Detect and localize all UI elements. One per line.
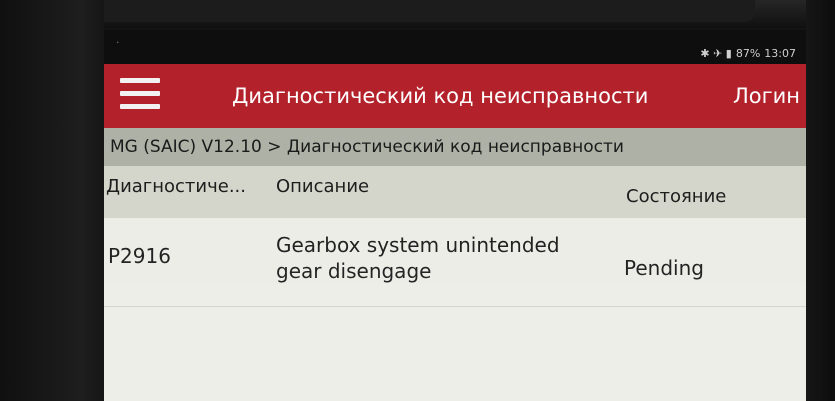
column-header-code[interactable]: Диагностиче... (106, 176, 246, 197)
dtc-code: P2916 (108, 244, 171, 268)
breadcrumb-text: MG (SAIC) V12.10 > Диагностический код н… (110, 137, 624, 157)
login-button[interactable]: Логин (733, 84, 800, 108)
table-body: P2916 Gearbox system unintended gear dis… (104, 218, 806, 401)
hamburger-menu-icon[interactable] (120, 78, 160, 114)
breadcrumb: MG (SAIC) V12.10 > Диагностический код н… (104, 128, 806, 166)
column-header-state[interactable]: Состояние (626, 186, 726, 207)
device-notch (95, 0, 755, 22)
menu-icon-line (120, 104, 160, 109)
status-icons: ✱ ✈ ▮ (700, 47, 732, 60)
dtc-state: Pending (624, 256, 704, 280)
status-right-group: ✱ ✈ ▮ 87% 13:07 (700, 47, 796, 60)
table-row[interactable]: P2916 Gearbox system unintended gear dis… (104, 218, 806, 307)
menu-icon-line (120, 78, 160, 83)
app-bar: Диагностический код неисправности Логин (104, 64, 806, 128)
status-indicator-icon: · (116, 36, 120, 49)
device-bezel-left (0, 0, 104, 401)
dtc-description: Gearbox system unintended gear disengage (276, 233, 560, 283)
device-screen: · ✱ ✈ ▮ 87% 13:07 Диагностический код не… (104, 30, 806, 401)
status-time: 13:07 (764, 47, 796, 60)
menu-icon-line (120, 91, 160, 96)
table-header: Диагностиче... Описание Состояние (104, 166, 806, 218)
column-header-description[interactable]: Описание (276, 176, 369, 197)
device-bezel-top (0, 0, 835, 28)
battery-level: 87% (735, 47, 761, 60)
status-bar: · ✱ ✈ ▮ 87% 13:07 (104, 30, 806, 64)
page-title: Диагностический код неисправности (232, 84, 649, 108)
device-bezel-right (806, 0, 835, 401)
